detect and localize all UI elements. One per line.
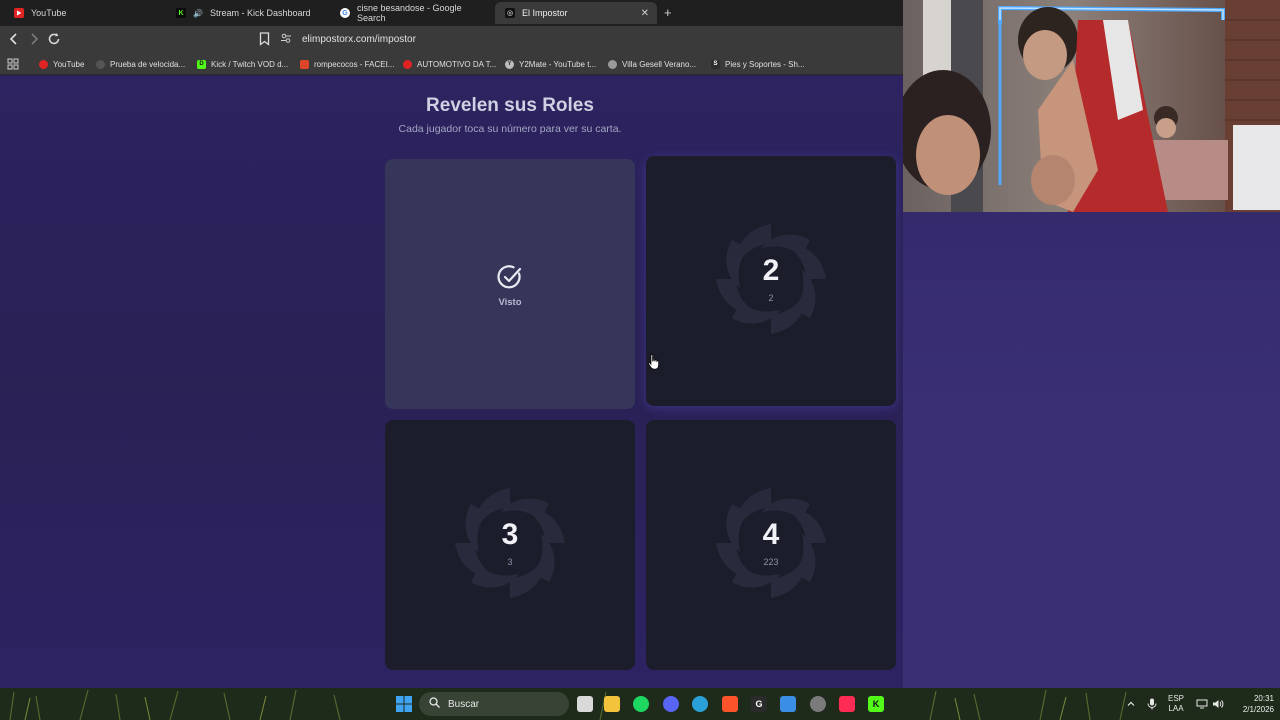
tab-kick-dashboard[interactable]: K 🔊 Stream - Kick Dashboard [166,2,328,24]
search-placeholder: Buscar [448,698,480,710]
reload-icon[interactable] [46,31,62,47]
kick-icon: K [176,8,186,18]
photos-icon[interactable] [780,696,796,712]
webcam-overlay [903,0,1280,212]
bookmark-kick-twitch-vod[interactable]: D Kick / Twitch VOD d... [197,57,288,71]
chevron-up-icon[interactable] [1126,688,1136,720]
browser-window: YouTube K 🔊 Stream - Kick Dashboard G ci… [0,0,903,688]
bookmarks-bar: YouTube Prueba de velocida... D Kick / Tw… [0,53,903,75]
bookmark-icon[interactable] [259,32,270,46]
speaker-icon: 🔊 [193,8,203,18]
webcam-image [903,0,1280,212]
spotify-icon[interactable] [633,696,649,712]
impostor-icon: ◎ [505,8,515,18]
clock-time: 20:31 [1253,694,1274,703]
shopify-icon: S [711,59,720,69]
globe-icon [608,59,617,69]
network-icon[interactable] [1196,688,1208,720]
bookmark-villa-gesell[interactable]: Villa Gesell Verano... [608,57,696,71]
tab-el-impostor[interactable]: ◎ El Impostor ✕ [495,2,657,24]
google-icon: G [340,8,350,18]
g-hub-icon[interactable]: G [751,696,767,712]
page-title: Revelen sus Roles [426,95,594,116]
player-card-3[interactable]: 3 3 [385,420,635,670]
rompecocos-icon [300,59,309,69]
windows-start-icon[interactable] [396,696,412,712]
language-indicator[interactable]: ESP LAA [1168,688,1184,720]
url-text[interactable]: elimpostorx.com/impostor [302,34,416,45]
address-bar[interactable]: elimpostorx.com/impostor [280,30,900,49]
y2mate-icon: Y [505,59,514,69]
bookmark-speedtest[interactable]: Prueba de velocida... [96,57,185,71]
player-card-4[interactable]: 4 223 [646,420,896,670]
site-info-icon[interactable] [280,32,292,47]
player-card-2[interactable]: 2 2 [646,156,896,406]
bookmark-pies-soportes[interactable]: S Pies y Soportes - Sh... [711,57,805,71]
microphone-icon[interactable] [1147,688,1157,720]
youtube-icon [403,59,412,69]
youtube-icon [39,59,48,69]
player-number: 2 [762,254,780,287]
browser-toolbar: elimpostorx.com/impostor [0,26,903,53]
new-tab-button[interactable]: + [664,5,672,20]
tab-label: El Impostor [522,8,568,18]
clock-date: 2/1/2026 [1242,705,1274,714]
player-number: 3 [501,518,519,551]
windows-taskbar: Buscar G K ESP LAA 20:31 2/1/2026 [0,688,1280,720]
forward-icon[interactable] [26,31,42,47]
back-icon[interactable] [6,31,22,47]
search-icon [429,697,440,711]
steam-icon[interactable] [692,696,708,712]
seen-label: Visto [498,297,522,308]
player-number: 4 [762,518,780,551]
player-sub-label: 3 [507,557,513,567]
tab-label: Stream - Kick Dashboard [209,8,311,18]
tiktok-icon[interactable] [839,696,855,712]
tab-label: cisne besandose - Google Search [357,3,462,23]
youtube-icon [14,8,24,18]
check-circle-icon [497,264,523,290]
task-view-icon[interactable] [577,696,593,712]
page-subtitle: Cada jugador toca su número para ver su … [398,123,622,135]
speedtest-icon [96,59,105,69]
kick-vod-icon: D [197,59,206,69]
apps-grid-icon[interactable] [7,57,19,71]
app-icon[interactable] [810,696,826,712]
bookmark-youtube[interactable]: YouTube [39,57,84,71]
taskbar-search[interactable]: Buscar [419,692,569,716]
player-card-1[interactable]: Visto [385,159,635,409]
discord-icon[interactable] [663,696,679,712]
file-explorer-icon[interactable] [604,696,620,712]
bookmark-y2mate[interactable]: Y Y2Mate - YouTube t... [505,57,596,71]
tab-youtube[interactable]: YouTube [4,2,166,24]
tab-label: YouTube [31,8,67,18]
hand-cursor-icon [648,354,659,370]
close-icon[interactable]: ✕ [641,8,649,19]
player-sub-label: 223 [763,557,779,567]
impostor-page: Revelen sus Roles Cada jugador toca su n… [0,76,903,688]
tab-strip: YouTube K 🔊 Stream - Kick Dashboard G ci… [0,0,903,26]
kick-app-icon[interactable]: K [868,696,884,712]
system-clock[interactable]: 20:31 2/1/2026 [1232,693,1274,715]
player-sub-label: 2 [768,293,774,303]
bookmark-rompecocos[interactable]: rompecocos - FACEI... [300,57,394,71]
bookmark-automotivo[interactable]: AUTOMOTIVO DA T... [403,57,496,71]
brave-icon[interactable] [722,696,738,712]
volume-icon[interactable] [1212,688,1224,720]
tab-google-search[interactable]: G cisne besandose - Google Search [330,2,492,24]
